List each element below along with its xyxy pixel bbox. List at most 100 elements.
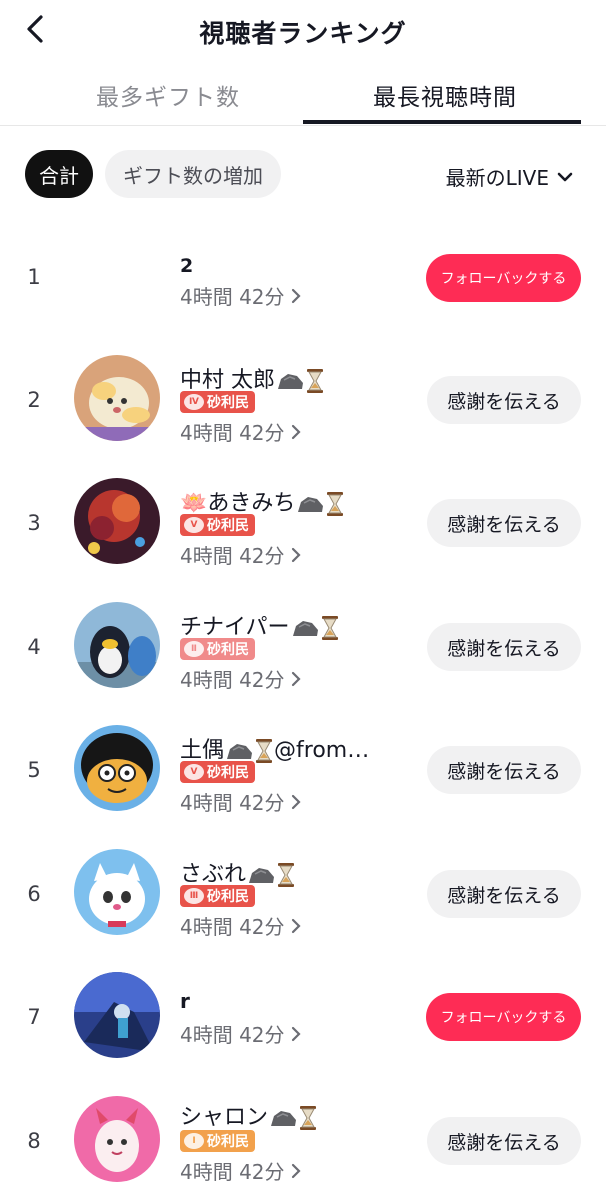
rank-number: 3 [27, 511, 41, 535]
viewer-row[interactable]: 2 中村 太郎 Ⅳ 砂利民 4時間 42分 感謝を伝える [0, 344, 606, 454]
watch-time[interactable]: 4時間 42分 [180, 911, 301, 940]
viewer-row[interactable]: 1 2 4時間 42分 フォローバックする [0, 222, 606, 332]
rock-icon [227, 744, 253, 759]
viewer-name-text: 🪷あきみち [180, 491, 296, 516]
ranking-tabs: 最多ギフト数 最長視聴時間 [0, 62, 606, 126]
fan-badge: Ⅲ 砂利民 [180, 885, 255, 907]
tab-longest-watch-time[interactable]: 最長視聴時間 [373, 78, 517, 112]
avatar[interactable] [74, 1096, 160, 1182]
watch-time-value: 4時間 42分 [180, 544, 285, 568]
viewer-row[interactable]: 8 シャロン Ⅰ 砂利民 4時間 42分 感謝を伝える [0, 1085, 606, 1195]
badge-label: 砂利民 [207, 518, 249, 534]
watch-time[interactable]: 4時間 42分 [180, 417, 301, 446]
viewer-name: 2 [180, 255, 194, 277]
badge-label: 砂利民 [207, 395, 249, 411]
viewer-name-suffix: @from… [274, 738, 370, 763]
rank-number: 5 [27, 758, 41, 782]
viewer-name-text: 土偶 [180, 738, 225, 763]
rank-number: 2 [27, 388, 41, 412]
viewer-name: シャロン [180, 1099, 318, 1131]
avatar[interactable] [74, 478, 160, 564]
filter-bar: 合計 ギフト数の増加 最新のLIVE [0, 150, 606, 200]
rank-number: 4 [27, 635, 41, 659]
header: 視聴者ランキング [0, 0, 606, 60]
avatar[interactable] [74, 602, 160, 688]
rock-icon [271, 1111, 297, 1126]
watch-time-value: 4時間 42分 [180, 285, 285, 309]
tab-most-gifts[interactable]: 最多ギフト数 [96, 78, 240, 112]
avatar[interactable] [74, 355, 160, 441]
viewer-row[interactable]: 4 チナイパー Ⅱ 砂利民 4時間 42分 感謝を伝える [0, 591, 606, 701]
watch-time[interactable]: 4時間 42分 [180, 540, 301, 569]
hourglass-icon [321, 616, 338, 640]
watch-time-value: 4時間 42分 [180, 915, 285, 939]
badge-level: Ⅴ [184, 764, 204, 780]
rank-number: 6 [27, 882, 41, 906]
viewer-name: 中村 太郎 [180, 362, 325, 394]
hourglass-icon [327, 492, 344, 516]
chevron-right-icon [291, 1026, 301, 1041]
thank-button[interactable]: 感謝を伝える [427, 746, 581, 794]
hourglass-icon [300, 1106, 317, 1130]
watch-time[interactable]: 4時間 42分 [180, 281, 301, 310]
chevron-right-icon [291, 671, 301, 686]
viewer-row[interactable]: 7 r 4時間 42分 フォローバックする [0, 961, 606, 1071]
watch-time-value: 4時間 42分 [180, 1160, 285, 1184]
thank-button[interactable]: 感謝を伝える [427, 1117, 581, 1165]
viewer-name-text: チナイパー [180, 615, 290, 640]
rock-icon [278, 374, 303, 389]
viewer-name: 土偶 @from… [180, 732, 369, 764]
viewer-row[interactable]: 5 土偶 @from… Ⅴ 砂利民 4時間 42分 感謝を伝える [0, 714, 606, 824]
avatar[interactable] [74, 972, 160, 1058]
viewer-name-text: シャロン [180, 1105, 269, 1130]
watch-time[interactable]: 4時間 42分 [180, 1156, 301, 1185]
fan-badge: Ⅳ 砂利民 [180, 391, 255, 413]
hourglass-icon [256, 739, 273, 763]
badge-label: 砂利民 [207, 1134, 249, 1150]
chevron-right-icon [291, 794, 301, 809]
thank-button[interactable]: 感謝を伝える [427, 499, 581, 547]
chevron-right-icon [291, 918, 301, 933]
badge-level: Ⅳ [184, 394, 204, 410]
fan-badge: Ⅰ 砂利民 [180, 1130, 255, 1152]
watch-time-value: 4時間 42分 [180, 1023, 285, 1047]
follow-back-button[interactable]: フォローバックする [426, 254, 581, 302]
watch-time[interactable]: 4時間 42分 [180, 1019, 301, 1048]
active-tab-indicator [303, 120, 581, 124]
thank-button[interactable]: 感謝を伝える [427, 870, 581, 918]
rank-number: 1 [27, 265, 41, 289]
chevron-down-icon [557, 172, 573, 181]
watch-time-value: 4時間 42分 [180, 421, 285, 445]
rock-icon [298, 497, 324, 512]
rank-number: 7 [27, 1005, 41, 1029]
chevron-right-icon [291, 1163, 301, 1178]
viewer-row[interactable]: 6 さぶれ Ⅲ 砂利民 4時間 42分 感謝を伝える [0, 838, 606, 948]
viewer-name: r [180, 989, 190, 1013]
badge-level: Ⅰ [184, 1133, 204, 1149]
chevron-right-icon [291, 547, 301, 562]
live-sort-dropdown[interactable]: 最新のLIVE [446, 162, 573, 191]
avatar[interactable] [74, 725, 160, 811]
viewer-row[interactable]: 3 🪷あきみち Ⅴ 砂利民 4時間 42分 感謝を伝える [0, 467, 606, 577]
thank-button[interactable]: 感謝を伝える [427, 623, 581, 671]
total-filter-chip[interactable]: 合計 [25, 150, 93, 198]
badge-label: 砂利民 [207, 889, 249, 905]
badge-level: Ⅱ [184, 641, 204, 657]
viewer-name: 🪷あきみち [180, 485, 345, 517]
chevron-right-icon [291, 288, 301, 303]
watch-time[interactable]: 4時間 42分 [180, 664, 301, 693]
gift-increase-filter-chip[interactable]: ギフト数の増加 [105, 150, 281, 198]
fan-badge: Ⅱ 砂利民 [180, 638, 255, 660]
rock-icon [292, 621, 318, 636]
hourglass-icon [278, 863, 295, 887]
rank-number: 8 [27, 1129, 41, 1153]
thank-button[interactable]: 感謝を伝える [427, 376, 581, 424]
badge-label: 砂利民 [207, 642, 249, 658]
page-title: 視聴者ランキング [199, 19, 407, 48]
watch-time[interactable]: 4時間 42分 [180, 787, 301, 816]
avatar[interactable] [74, 849, 160, 935]
viewer-name-text: さぶれ [180, 862, 247, 887]
fan-badge: Ⅴ 砂利民 [180, 761, 255, 783]
follow-back-button[interactable]: フォローバックする [426, 993, 581, 1041]
badge-level: Ⅴ [184, 517, 204, 533]
